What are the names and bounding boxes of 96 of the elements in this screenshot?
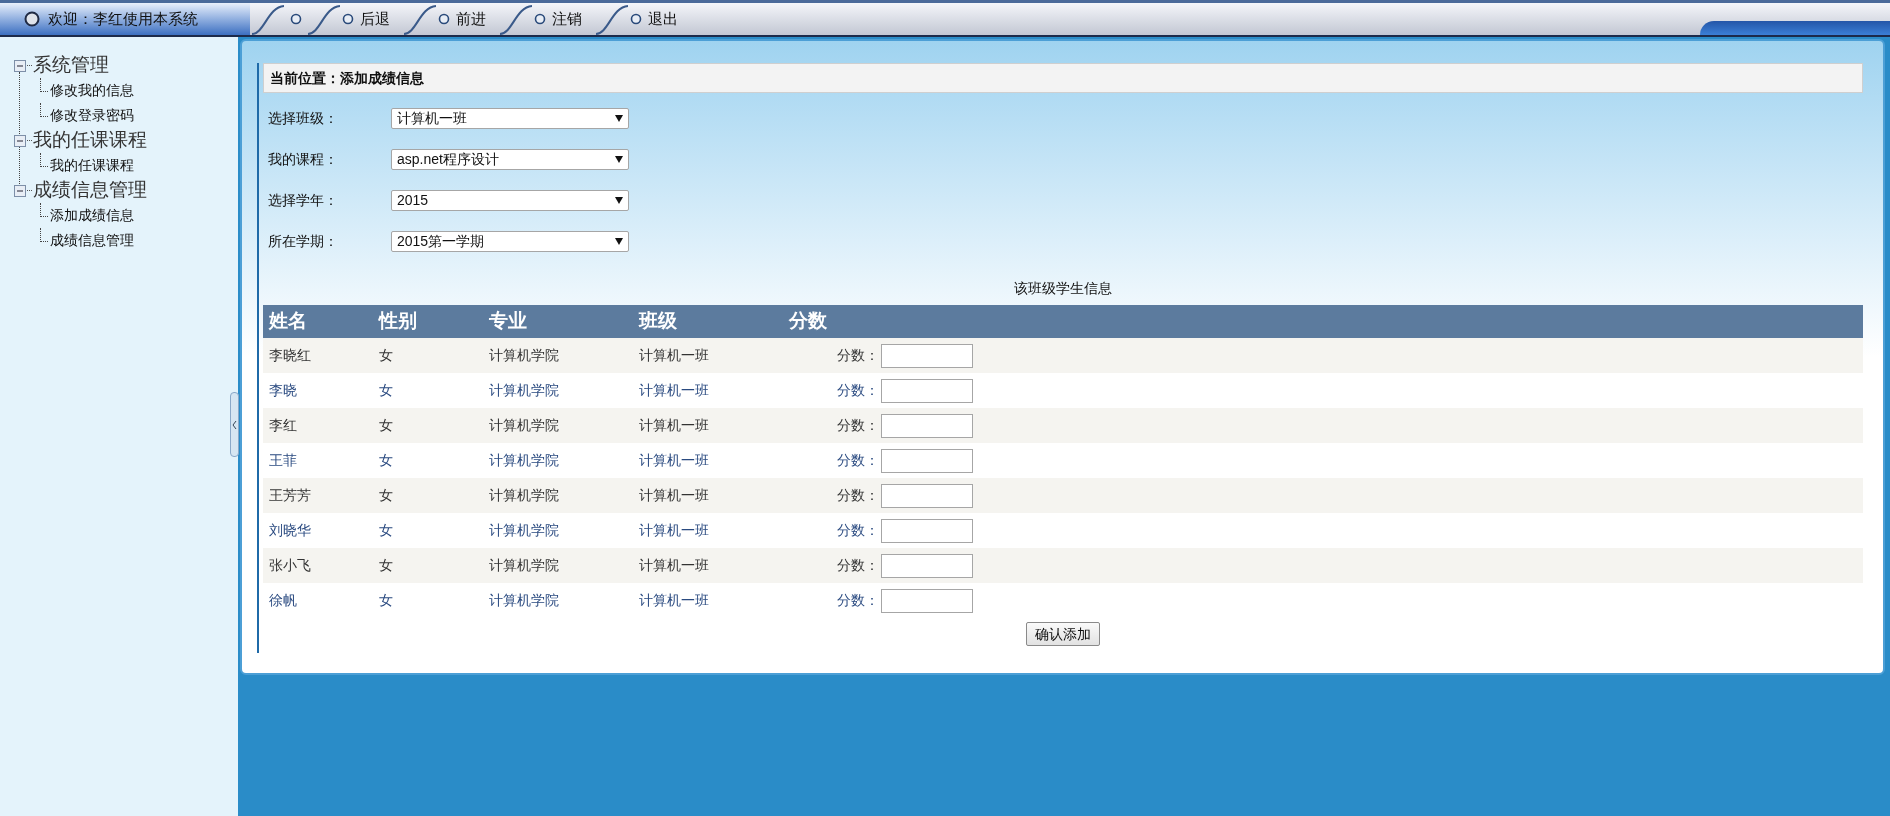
table-cell-text: 女 — [379, 521, 394, 540]
table-cell-text: 计算机一班 — [639, 591, 710, 610]
score-label: 分数： — [836, 521, 879, 540]
score-input[interactable] — [881, 413, 973, 438]
nav-link[interactable]: 退出 — [630, 3, 690, 35]
column-header[interactable]: 班级 — [639, 307, 789, 336]
confirm-add-button[interactable]: 确认添加 — [1026, 622, 1100, 646]
score-label: 分数： — [836, 346, 879, 365]
score-label: 分数： — [836, 556, 879, 575]
table-cell-text: 李晓红 — [269, 346, 312, 365]
score-input[interactable] — [881, 378, 973, 403]
nav-link[interactable]: 注销 — [534, 3, 594, 35]
caret-icon — [615, 238, 623, 245]
table-cell-text: 女 — [379, 451, 394, 470]
table-cell-text: 计算机学院 — [489, 381, 560, 400]
table-cell-text: 张小飞 — [269, 556, 312, 575]
table-cell-text: 计算机学院 — [489, 521, 560, 540]
circle-icon — [438, 13, 450, 25]
table-cell-text: 计算机一班 — [639, 556, 710, 575]
score-input[interactable] — [881, 448, 973, 473]
table-cell-text: 计算机一班 — [639, 381, 710, 400]
tree-node-label[interactable]: 成绩信息管理 — [33, 176, 147, 205]
tree-item[interactable]: 修改我的信息 — [50, 80, 134, 101]
table-cell-text: 计算机学院 — [489, 451, 560, 470]
field-label: 我的课程： — [268, 150, 339, 169]
score-input[interactable] — [881, 588, 973, 613]
score-label: 分数： — [836, 591, 879, 610]
field-label: 选择学年： — [268, 191, 339, 210]
tree-item[interactable]: 成绩信息管理 — [50, 230, 134, 251]
collapse-icon[interactable] — [14, 184, 26, 197]
table-cell-text: 计算机学院 — [489, 556, 560, 575]
nav-link[interactable]: 前进 — [438, 3, 498, 35]
score-label: 分数： — [836, 451, 879, 470]
field-label: 所在学期： — [268, 232, 339, 251]
table-cell-text: 女 — [379, 346, 394, 365]
table-cell-text: 王菲 — [269, 451, 298, 470]
circle-icon — [342, 13, 354, 25]
circle-icon — [290, 13, 302, 25]
table-cell-text: 计算机学院 — [489, 346, 560, 365]
tree-node-label[interactable]: 系统管理 — [33, 51, 109, 80]
circle-icon — [24, 11, 40, 27]
column-header[interactable]: 分数 — [789, 307, 899, 336]
tab-separator — [250, 3, 286, 35]
dropdown[interactable]: 计算机一班 — [391, 108, 629, 129]
score-input[interactable] — [881, 518, 973, 543]
dropdown[interactable]: asp.net程序设计 — [391, 149, 629, 170]
tab-separator — [498, 3, 534, 35]
caret-icon — [615, 115, 623, 122]
table-cell-text: 李晓 — [269, 381, 298, 400]
caret-icon — [615, 156, 623, 163]
column-header[interactable]: 姓名 — [269, 307, 379, 336]
splitter-handle[interactable] — [230, 392, 239, 457]
caret-icon — [615, 197, 623, 204]
table-cell-text: 计算机学院 — [489, 416, 560, 435]
score-input[interactable] — [881, 343, 973, 368]
tree-item[interactable]: 添加成绩信息 — [50, 205, 134, 226]
table-cell-text: 计算机一班 — [639, 416, 710, 435]
dropdown[interactable]: 2015 — [391, 190, 629, 211]
table-cell-text: 计算机学院 — [489, 591, 560, 610]
breadcrumb: 当前位置：添加成绩信息 — [263, 63, 1863, 93]
table-cell-text: 女 — [379, 486, 394, 505]
table-cell-text: 计算机学院 — [489, 486, 560, 505]
table-caption: 该班级学生信息 — [1013, 279, 1113, 298]
tab-separator — [402, 3, 438, 35]
table-cell-text: 王芳芳 — [269, 486, 312, 505]
dropdown[interactable]: 2015第一学期 — [391, 231, 629, 252]
nav-link[interactable]: 后退 — [342, 3, 402, 35]
score-input[interactable] — [881, 553, 973, 578]
score-label: 分数： — [836, 416, 879, 435]
table-cell-text: 女 — [379, 416, 394, 435]
collapse-icon[interactable] — [14, 59, 26, 72]
table-cell-text: 计算机一班 — [639, 346, 710, 365]
table-cell-text: 女 — [379, 556, 394, 575]
tree-item[interactable]: 修改登录密码 — [50, 105, 134, 126]
table-cell-text: 计算机一班 — [639, 451, 710, 470]
welcome-text: 欢迎：李红使用本系统 — [48, 8, 198, 29]
table-cell-text: 女 — [379, 381, 394, 400]
table-cell-text: 李红 — [269, 416, 298, 435]
column-header[interactable]: 性别 — [379, 307, 489, 336]
collapse-icon[interactable] — [14, 134, 26, 147]
tree-item[interactable]: 我的任课课程 — [50, 155, 134, 176]
tree-node-label[interactable]: 我的任课课程 — [33, 126, 147, 155]
score-label: 分数： — [836, 486, 879, 505]
circle-icon — [630, 13, 642, 25]
table-cell-text: 女 — [379, 591, 394, 610]
table-cell-text: 计算机一班 — [639, 486, 710, 505]
tab-separator — [306, 3, 342, 35]
table-cell-text: 徐帆 — [269, 591, 298, 610]
table-cell-text: 计算机一班 — [639, 521, 710, 540]
circle-icon — [534, 13, 546, 25]
field-label: 选择班级： — [268, 109, 339, 128]
table-cell-text: 刘晓华 — [269, 521, 312, 540]
score-label: 分数： — [836, 381, 879, 400]
column-header[interactable]: 专业 — [489, 307, 639, 336]
tab-separator — [594, 3, 630, 35]
score-input[interactable] — [881, 483, 973, 508]
